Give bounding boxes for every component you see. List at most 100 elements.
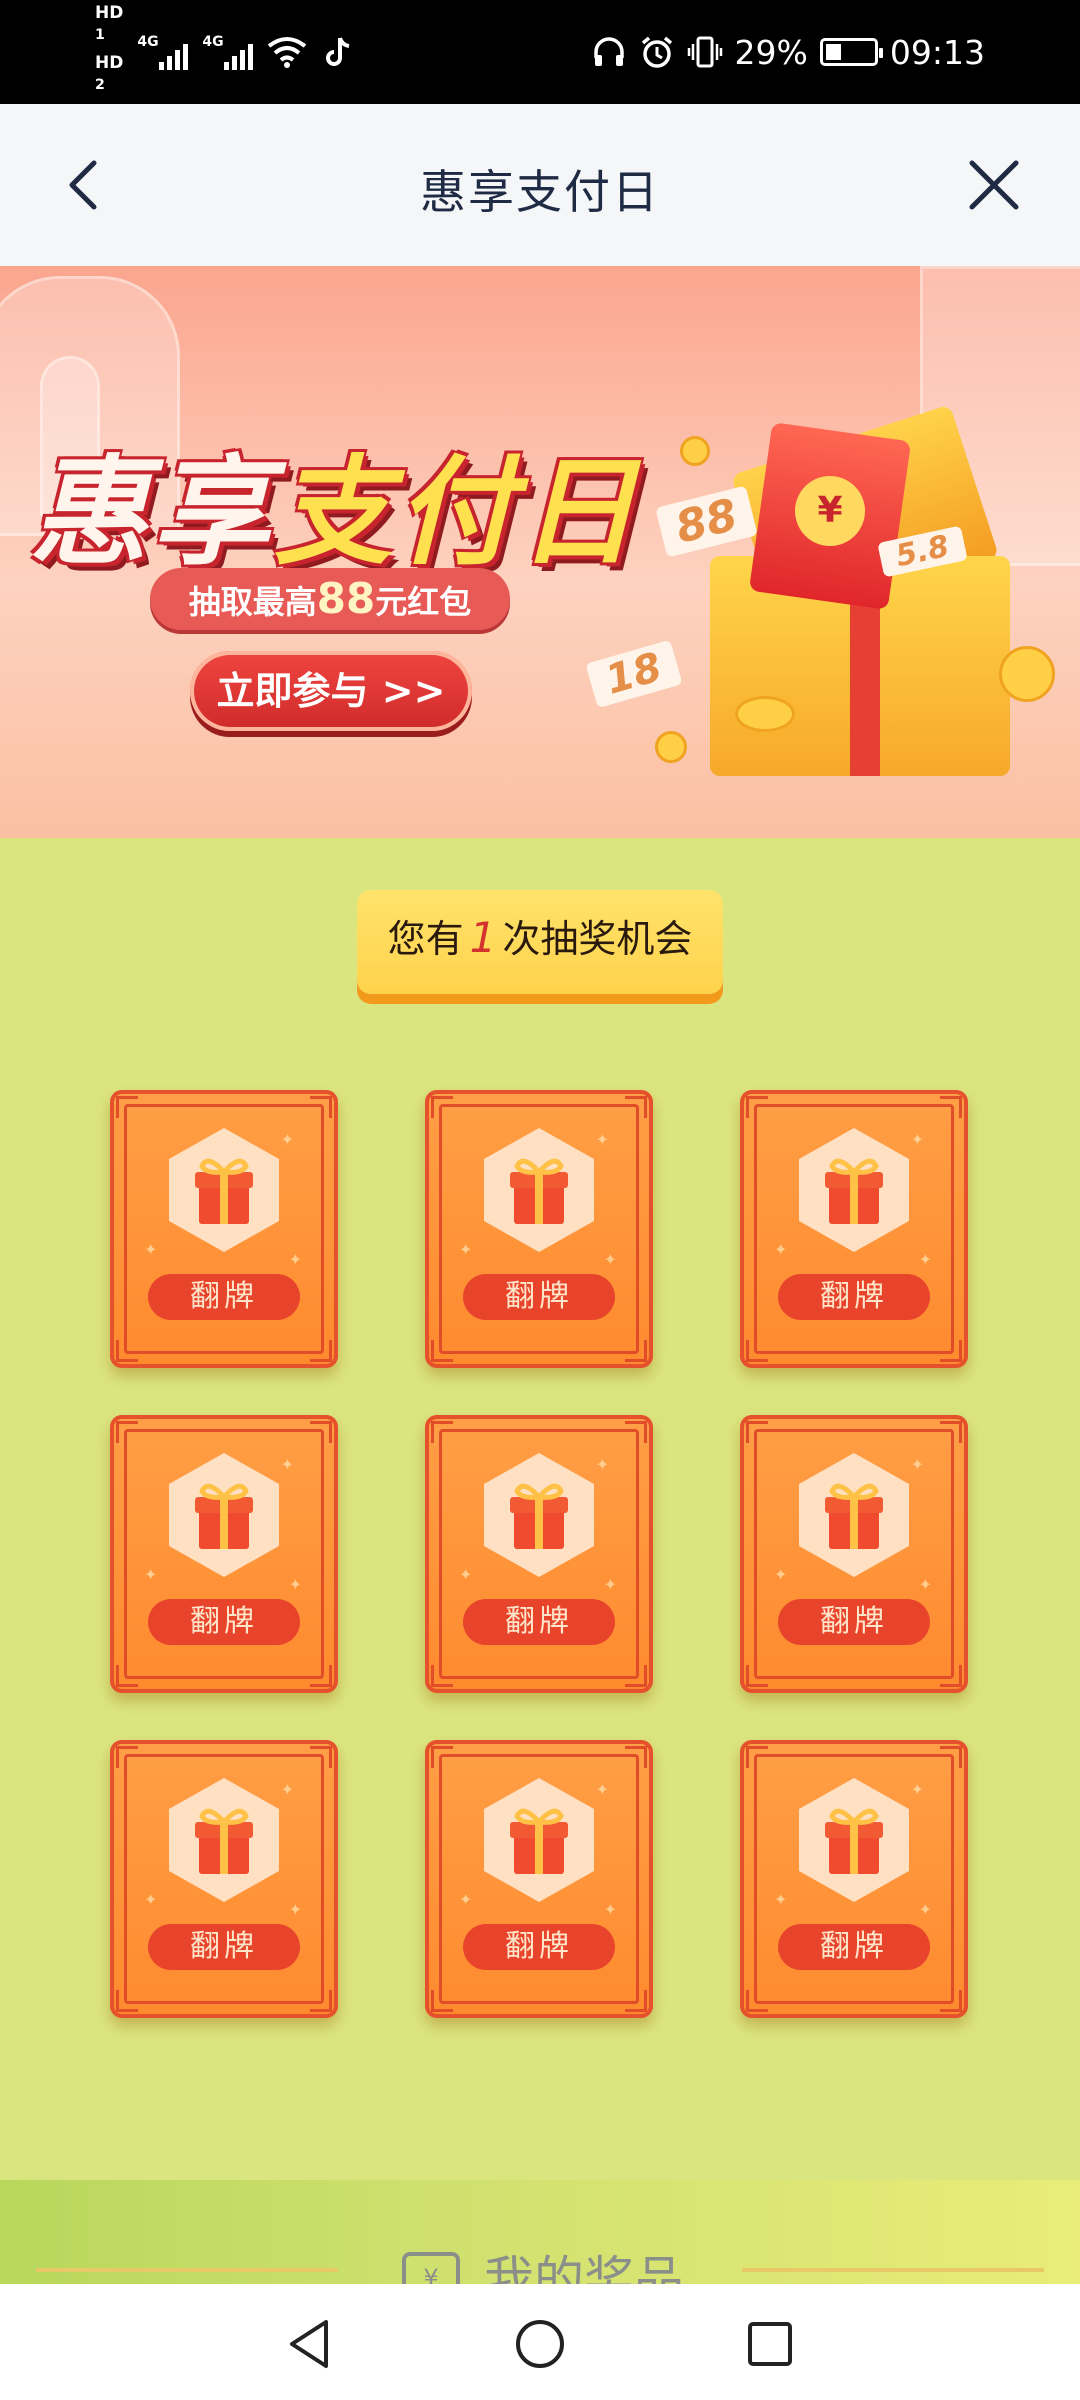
status-left: HD 1 HD 2 4G 4G (95, 3, 357, 93)
card-corner (940, 1746, 962, 1768)
alarm-icon (641, 36, 672, 68)
prize-ticket-icon: ¥ (402, 2252, 460, 2284)
card-corner (940, 1990, 962, 2012)
star-decoration: ✦ (918, 1900, 932, 1919)
card-corner (940, 1421, 962, 1443)
card-corner (940, 1665, 962, 1687)
divider-left (36, 2268, 338, 2272)
join-now-button[interactable]: 立即参与 >> (190, 651, 472, 731)
flip-card[interactable]: ✦ ✦ ✦ 翻牌 (740, 1740, 968, 2018)
star-decoration: ✦ (774, 1565, 788, 1584)
flip-card-button[interactable]: 翻牌 (463, 1599, 615, 1645)
vibrate-icon (687, 36, 722, 68)
flip-card-grid: ✦ ✦ ✦ 翻牌 ✦ ✦ ✦ 翻牌 ✦ ✦ ✦ 翻牌 ✦ ✦ ✦ 翻牌 ✦ ✦ ✦ 翻牌 ✦ ✦ ✦ 翻牌 ✦ ✦ ✦ 翻牌 ✦ ✦ ✦ 翻牌… (110, 1090, 970, 2020)
my-prizes-section[interactable]: ¥ 我的奖品 (0, 2180, 1080, 2284)
card-corner (625, 1990, 647, 2012)
card-corner (431, 1746, 453, 1768)
flip-card[interactable]: ✦ ✦ ✦ 翻牌 (425, 1090, 653, 1368)
chance-count: 1 (469, 913, 497, 962)
card-corner (431, 1421, 453, 1443)
chance-prefix: 您有 (387, 917, 464, 961)
card-corner (431, 1665, 453, 1687)
nav-back-triangle-icon[interactable] (282, 2316, 338, 2372)
flip-card-button[interactable]: 翻牌 (778, 1924, 930, 1970)
promo-banner[interactable]: 惠享支付日 抽取最高88元红包 立即参与 >> ¥ 88 5.8 18 (0, 266, 1080, 838)
gift-icon (169, 1128, 279, 1252)
headphones-icon (593, 37, 624, 66)
star-decoration: ✦ (459, 1890, 473, 1909)
flip-card[interactable]: ✦ ✦ ✦ 翻牌 (110, 1415, 338, 1693)
flip-card[interactable]: ✦ ✦ ✦ 翻牌 (110, 1740, 338, 2018)
star-decoration: ✦ (288, 1250, 302, 1269)
network-type-2: 4G (202, 34, 224, 50)
flip-card-button[interactable]: 翻牌 (148, 1924, 300, 1970)
star-decoration: ✦ (918, 1250, 932, 1269)
card-corner (746, 1665, 768, 1687)
star-decoration: ✦ (918, 1575, 932, 1594)
hd2-sub: 2 (95, 77, 105, 93)
nav-home-circle-icon[interactable] (512, 2316, 568, 2372)
battery-icon (819, 38, 883, 66)
nav-recents-square-icon[interactable] (742, 2316, 798, 2372)
flip-card-button[interactable]: 翻牌 (463, 1274, 615, 1320)
coin-decoration (680, 436, 710, 466)
gift-icon (484, 1778, 594, 1902)
card-corner (116, 1421, 138, 1443)
star-decoration: ✦ (144, 1240, 158, 1259)
signal-icon-2: 4G (202, 34, 254, 70)
card-corner (310, 1990, 332, 2012)
card-corner (625, 1340, 647, 1362)
page-title: 惠享支付日 (420, 165, 660, 219)
hd2-label: HD (95, 53, 124, 73)
card-corner (746, 1340, 768, 1362)
star-decoration: ✦ (774, 1240, 788, 1259)
close-icon[interactable] (958, 149, 1030, 221)
card-corner (431, 1096, 453, 1118)
coin-decoration (999, 646, 1055, 702)
star-decoration: ✦ (459, 1240, 473, 1259)
star-decoration: ✦ (144, 1565, 158, 1584)
tiktok-icon (326, 37, 350, 66)
flip-card-button[interactable]: 翻牌 (148, 1274, 300, 1320)
divider-right (742, 2268, 1044, 2272)
gift-icon (169, 1453, 279, 1577)
star-decoration: ✦ (288, 1575, 302, 1594)
ticket-88: 88 (655, 485, 759, 558)
network-type-1: 4G (137, 34, 159, 50)
hd1-label: HD (95, 3, 124, 24)
card-corner (310, 1421, 332, 1443)
star-decoration: ✦ (774, 1890, 788, 1909)
flip-card-button[interactable]: 翻牌 (148, 1599, 300, 1645)
hd-indicator: HD 1 HD 2 (95, 2, 123, 101)
card-corner (310, 1340, 332, 1362)
card-corner (310, 1096, 332, 1118)
flip-card-button[interactable]: 翻牌 (463, 1924, 615, 1970)
flip-card[interactable]: ✦ ✦ ✦ 翻牌 (425, 1415, 653, 1693)
gift-icon (484, 1453, 594, 1577)
flip-card[interactable]: ✦ ✦ ✦ 翻牌 (740, 1415, 968, 1693)
my-prizes-label: 我的奖品 (484, 2251, 684, 2284)
flip-card-button[interactable]: 翻牌 (778, 1274, 930, 1320)
card-corner (746, 1421, 768, 1443)
gift-icon (484, 1128, 594, 1252)
flip-card-button[interactable]: 翻牌 (778, 1599, 930, 1645)
status-bar: HD 1 HD 2 4G 4G 29% 09:13 (0, 0, 1080, 104)
flip-card[interactable]: ✦ ✦ ✦ 翻牌 (740, 1090, 968, 1368)
gift-icon (799, 1128, 909, 1252)
chance-suffix: 次抽奖机会 (502, 917, 693, 961)
star-decoration: ✦ (603, 1575, 617, 1594)
card-corner (310, 1665, 332, 1687)
draw-chances-banner: 您有 1 次抽奖机会 (357, 890, 723, 994)
card-corner (746, 1096, 768, 1118)
card-corner (116, 1990, 138, 2012)
star-decoration: ✦ (603, 1900, 617, 1919)
nav-bar: 惠享支付日 (0, 104, 1080, 266)
flip-card[interactable]: ✦ ✦ ✦ 翻牌 (110, 1090, 338, 1368)
card-corner (116, 1746, 138, 1768)
card-corner (116, 1665, 138, 1687)
flip-card[interactable]: ✦ ✦ ✦ 翻牌 (425, 1740, 653, 2018)
svg-text:¥: ¥ (423, 2264, 438, 2284)
card-corner (625, 1096, 647, 1118)
gift-icon (799, 1778, 909, 1902)
system-nav-bar (0, 2284, 1080, 2400)
